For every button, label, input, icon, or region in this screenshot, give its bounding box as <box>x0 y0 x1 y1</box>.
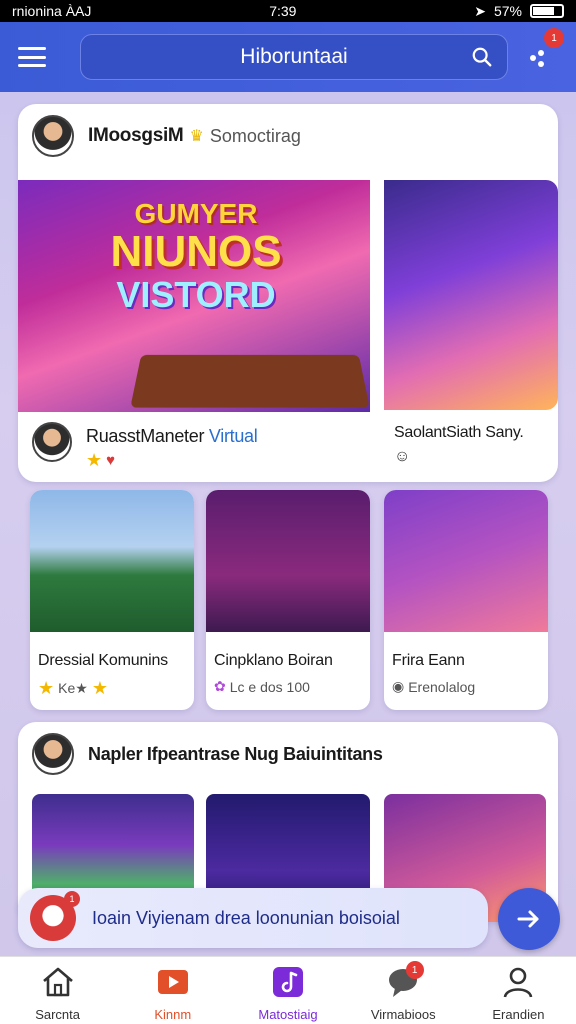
menu-button[interactable] <box>16 43 48 71</box>
author-avatar[interactable] <box>32 115 74 157</box>
chat-avatar[interactable]: 1 <box>30 891 80 941</box>
search-bar[interactable]: Hiboruntaai <box>80 34 508 80</box>
tab-label: Sarcnta <box>35 1007 80 1022</box>
caption-avatar[interactable] <box>32 422 72 462</box>
tile-image <box>384 490 548 632</box>
globe-icon: ◉ <box>392 678 405 694</box>
tab-profile[interactable]: Erandien <box>461 957 576 1024</box>
tile-image <box>206 490 370 632</box>
music-icon <box>273 967 303 997</box>
star-icon: ★ <box>86 450 103 470</box>
reaction-row: ★ ♥ <box>86 450 115 471</box>
search-icon[interactable] <box>471 46 493 68</box>
post-author[interactable]: IMoosgsiM <box>88 125 184 147</box>
tile-meta: ★ Ke★ ★ <box>38 678 108 698</box>
featured-game-image[interactable]: GUMYER NIUNOS VISTORD <box>18 180 370 412</box>
tab-label: Virmabioos <box>370 1007 436 1022</box>
game-table <box>130 354 370 408</box>
location-icon: ➤ <box>474 2 486 19</box>
banner-line-1: GUMYER <box>134 198 258 229</box>
play-icon <box>157 970 188 994</box>
banner-headline: GUMYER NIUNOS VISTORD <box>96 198 296 316</box>
status-icons: ➤ 57% <box>474 3 564 20</box>
tile-meta: ✿ Lc e dos 100 <box>214 678 310 695</box>
send-arrow-icon <box>517 910 539 928</box>
menu-icon <box>18 47 46 50</box>
chat-input-bar[interactable]: 1 Ioain Viyienam drea loonunian boisoial <box>18 888 488 948</box>
tab-home[interactable]: Sarcnta <box>0 957 115 1024</box>
caption-tag: Virtual <box>208 426 258 446</box>
tile-image <box>30 490 194 632</box>
banner-line-3: VISTORD <box>116 274 276 315</box>
main-caption[interactable]: RuasstManeter Virtual <box>86 426 258 447</box>
crown-icon: ♛ <box>189 128 204 145</box>
post-header: IMoosgsiM ♛ Somoctirag <box>18 104 558 168</box>
tag-icon: ✿ <box>214 678 226 694</box>
heart-icon: ♥ <box>106 452 116 469</box>
side-meta: ☺ <box>394 448 410 466</box>
side-caption[interactable]: SaolantSiath Sany. <box>394 424 524 442</box>
clock: 7:39 <box>269 3 297 19</box>
post-subtitle: Somoctirag <box>209 125 301 146</box>
star-icon: ★ <box>91 678 108 698</box>
tab-music[interactable]: Matostiaig <box>230 957 345 1024</box>
post-header: Napler Ifpeantrase Nug Baiuintitans <box>18 722 558 786</box>
app-header: Hiboruntaai 1 <box>0 22 576 92</box>
tab-messages[interactable]: 1 Virmabioos <box>346 957 461 1024</box>
send-button[interactable] <box>498 888 560 950</box>
game-tile[interactable]: Frira Eann ◉ Erenolalog <box>384 490 548 710</box>
battery-icon <box>530 4 564 18</box>
tile-title: Frira Eann <box>392 652 465 669</box>
game-tile[interactable]: Cinpklano Boiran ✿ Lc e dos 100 <box>206 490 370 710</box>
banner-line-2: NIUNOS <box>110 227 282 276</box>
notifications-button[interactable]: 1 <box>526 28 564 72</box>
chat-text[interactable]: Ioain Viyienam drea loonunian boisoial <box>92 908 400 929</box>
author-avatar[interactable] <box>32 733 74 775</box>
chat-badge: 1 <box>64 891 80 907</box>
tab-label: Erandien <box>492 1007 545 1022</box>
bottom-tab-bar: Sarcnta Kinnm Matostiaig 1 Virmabioos Er… <box>0 956 576 1024</box>
tab-games[interactable]: Kinnm <box>115 957 230 1024</box>
tile-title: Dressial Komunins <box>38 652 168 669</box>
featured-post-card[interactable]: IMoosgsiM ♛ Somoctirag GUMYER NIUNOS VIS… <box>18 104 558 482</box>
tile-title: Cinpklano Boiran <box>214 652 333 669</box>
face-icon: ☺ <box>394 448 411 465</box>
post-author[interactable]: Napler Ifpeantrase Nug Baiuintitans <box>88 744 383 765</box>
carrier-label: rnionina ÀAJ <box>12 3 92 19</box>
messages-badge: 1 <box>405 961 424 979</box>
home-icon <box>42 967 73 997</box>
game-tile[interactable]: Dressial Komunins ★ Ke★ ★ <box>30 490 194 710</box>
battery-label: 57% <box>493 3 522 19</box>
search-text: Hiboruntaai <box>240 45 348 68</box>
tab-label: Matostiaig <box>258 1007 318 1022</box>
star-icon: ★ <box>38 678 55 698</box>
notification-badge: 1 <box>544 28 564 48</box>
user-icon <box>504 967 533 998</box>
game-grid: Dressial Komunins ★ Ke★ ★ Cinpklano Boir… <box>18 490 558 714</box>
status-bar: rnionina ÀAJ 7:39 ➤ 57% <box>0 0 576 22</box>
tab-label: Kinnm <box>154 1007 192 1022</box>
tile-meta: ◉ Erenolalog <box>392 678 476 695</box>
side-game-image[interactable] <box>384 180 558 410</box>
